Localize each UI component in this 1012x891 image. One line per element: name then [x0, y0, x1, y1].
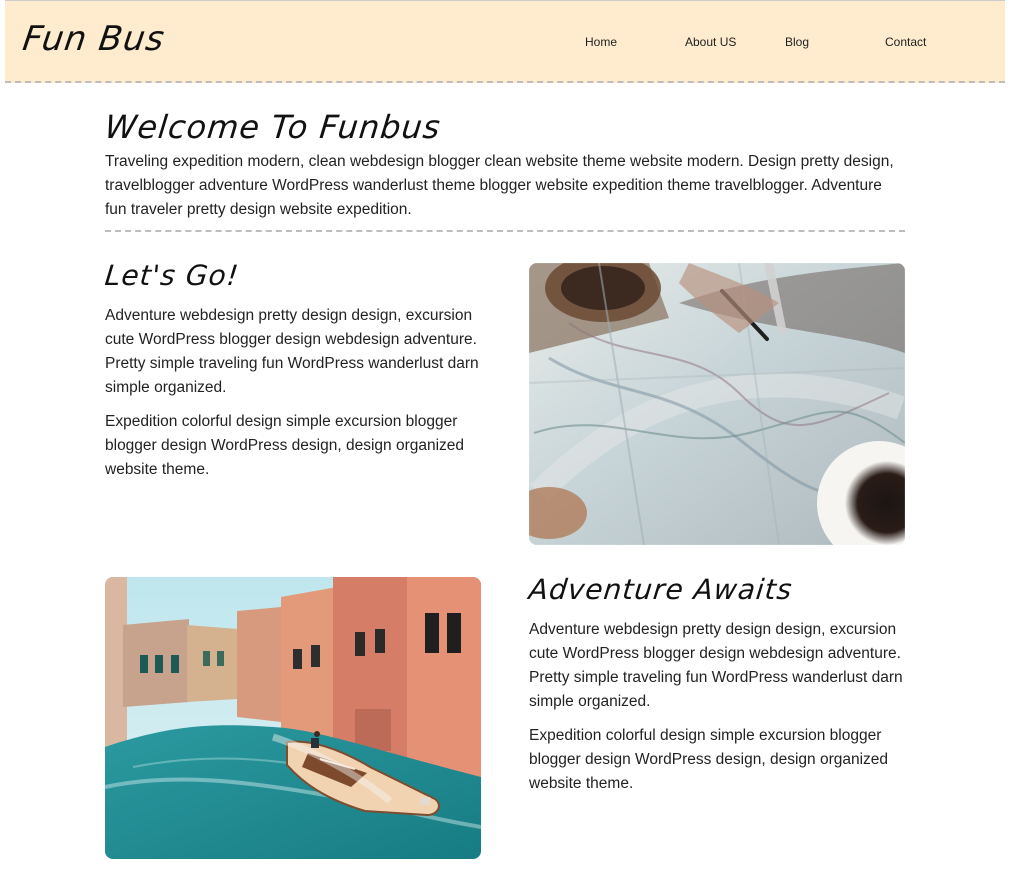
main-nav: Home About US Blog Contact [5, 35, 1005, 53]
nav-link-blog[interactable]: Blog [785, 35, 809, 49]
feature-adventure-awaits-paragraph-2: Expedition colorful design simple excurs… [529, 727, 889, 792]
map-photo-illustration [529, 263, 905, 545]
venice-canal-photo [105, 577, 481, 859]
feature-adventure-awaits: Adventure Awaits Adventure webdesign pre… [527, 572, 914, 796]
feature-heading-adventure-awaits: Adventure Awaits [527, 573, 795, 606]
page: Fun Bus Home About US Blog Contact Welco… [0, 0, 1012, 891]
nav-link-about-us[interactable]: About US [685, 35, 736, 49]
map-photo [529, 263, 905, 545]
site-header: Fun Bus Home About US Blog Contact [5, 0, 1005, 83]
feature-adventure-awaits-paragraph-1: Adventure webdesign pretty design design… [529, 621, 903, 710]
feature-lets-go: Let's Go! Adventure webdesign pretty des… [103, 258, 490, 482]
intro-title: Welcome To Funbus [103, 108, 443, 146]
intro-text: Traveling expedition modern, clean webde… [105, 153, 894, 218]
feature-lets-go-paragraph-2: Expedition colorful design simple excurs… [105, 413, 465, 478]
nav-link-contact[interactable]: Contact [885, 35, 926, 49]
feature-lets-go-paragraph-1: Adventure webdesign pretty design design… [105, 307, 479, 396]
venice-photo-illustration [105, 577, 481, 859]
feature-heading-lets-go: Let's Go! [103, 259, 241, 292]
intro-section: Welcome To Funbus Traveling expedition m… [103, 108, 905, 222]
nav-link-home[interactable]: Home [585, 35, 617, 49]
section-divider [105, 230, 905, 232]
